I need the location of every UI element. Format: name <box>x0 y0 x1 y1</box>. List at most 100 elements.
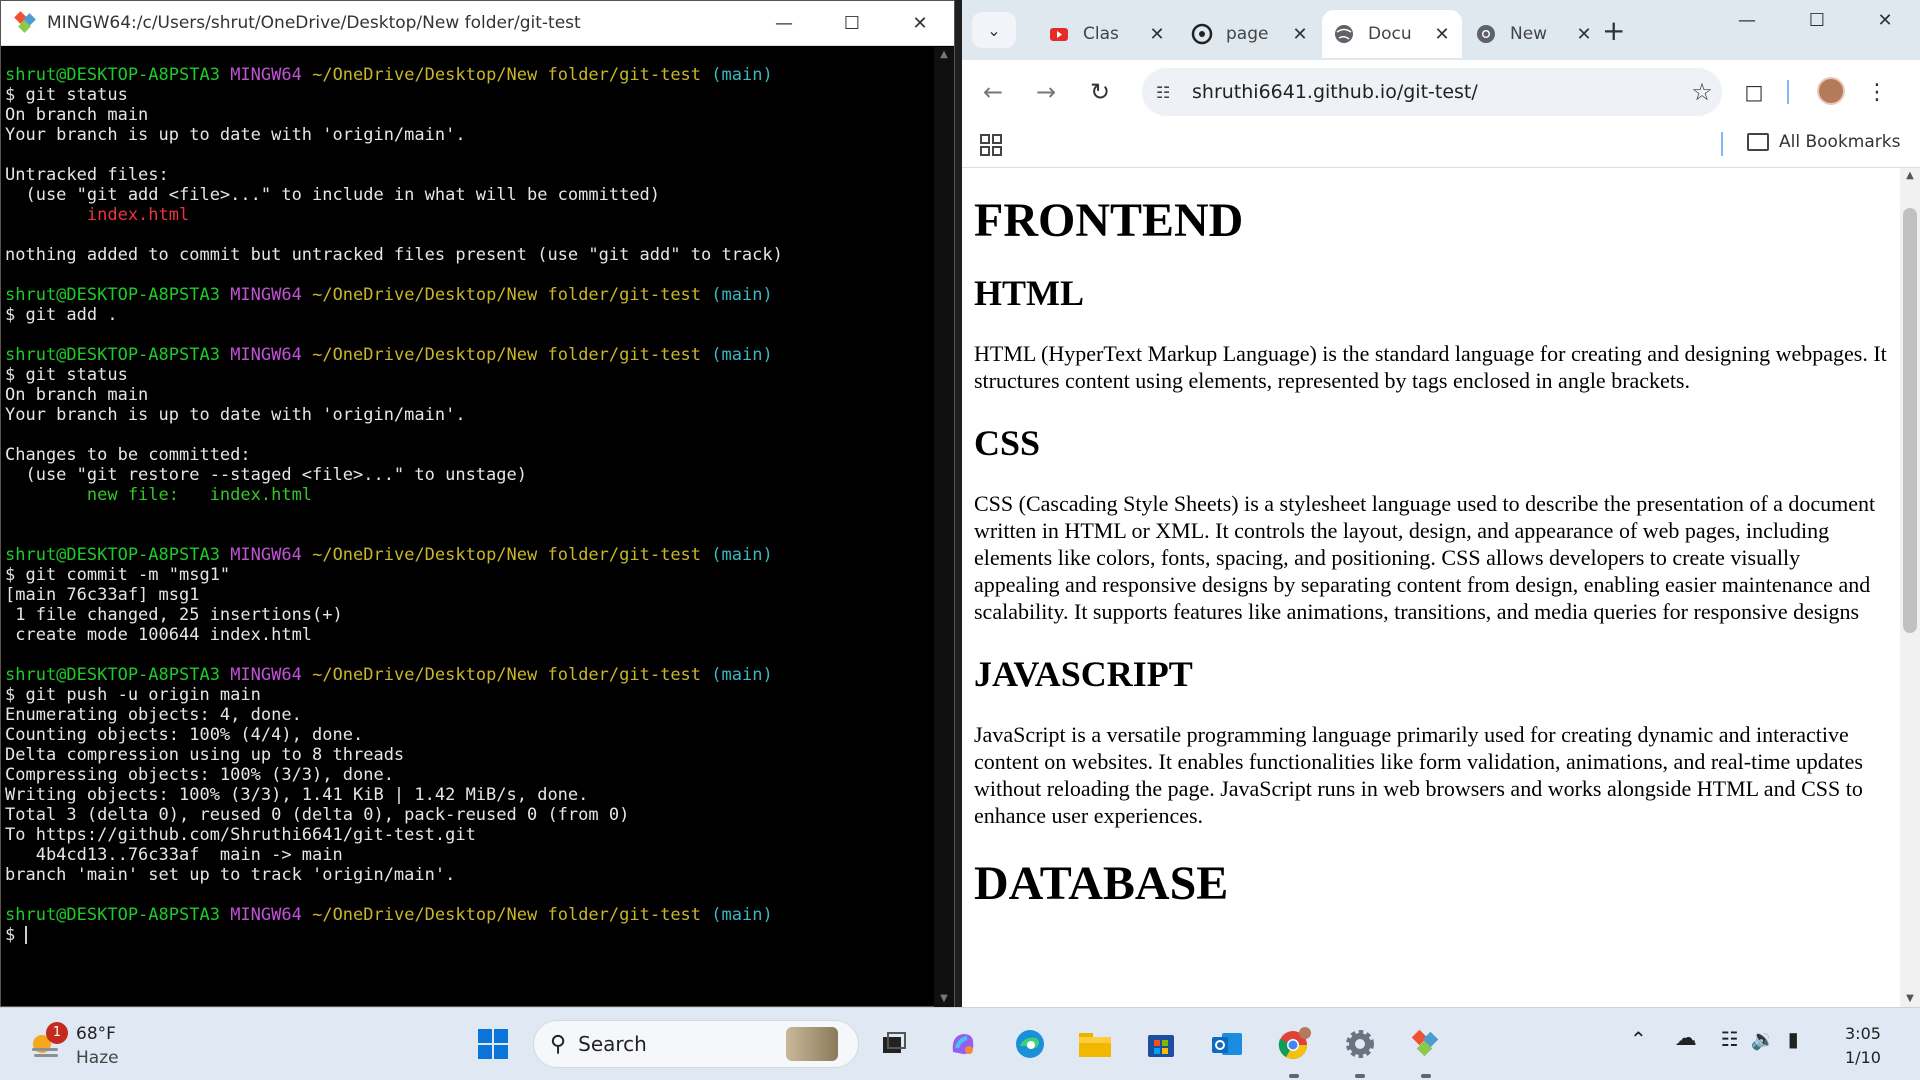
tab-pages[interactable]: page ✕ <box>1180 10 1320 58</box>
terminal-line-text: Compressing objects: 100% (3/3), done. <box>5 765 394 785</box>
terminal-line-text: $ git commit -m "msg1" <box>5 565 231 585</box>
toolbar-divider <box>1787 80 1789 104</box>
bookmark-star-icon[interactable]: ☆ <box>1682 78 1722 106</box>
terminal-line-text: $ git status <box>5 85 128 105</box>
battery-icon[interactable]: ▮ <box>1788 1027 1799 1051</box>
git-bash-icon <box>14 11 36 33</box>
prompt-branch: (main) <box>711 65 773 85</box>
git-bash-button[interactable] <box>1408 1026 1444 1062</box>
site-info-icon[interactable]: ☷ <box>1156 83 1182 102</box>
prompt-user: shrut@DESKTOP-A8PSTA3 <box>5 665 220 685</box>
scroll-down-icon[interactable]: ▼ <box>1900 991 1920 1007</box>
prompt-path: ~/OneDrive/Desktop/New folder/git-test <box>312 905 702 925</box>
terminal-output-line: Delta compression using up to 8 threads <box>5 745 932 765</box>
scroll-up-icon[interactable]: ▲ <box>934 47 954 63</box>
terminal-output[interactable]: shrut@DESKTOP-A8PSTA3 MINGW64 ~/OneDrive… <box>1 47 936 1007</box>
store-button[interactable] <box>1143 1026 1179 1062</box>
url-text[interactable]: shruthi6641.github.io/git-test/ <box>1192 81 1682 103</box>
task-view-button[interactable] <box>876 1026 912 1062</box>
terminal-line-text: On branch main <box>5 385 149 405</box>
close-tab-icon[interactable]: ✕ <box>1147 24 1167 45</box>
search-highlight-image <box>786 1027 838 1061</box>
terminal-line-text: create mode 100644 index.html <box>5 625 313 645</box>
terminal-scrollbar[interactable]: ▲ ▼ <box>934 47 954 1007</box>
menu-icon[interactable]: ⋮ <box>1860 75 1894 109</box>
minimize-button[interactable]: — <box>750 1 818 46</box>
maximize-button[interactable]: ☐ <box>818 1 886 46</box>
prompt-system: MINGW64 <box>230 285 302 305</box>
terminal-line-text: Changes to be committed: <box>5 445 251 465</box>
terminal-output-line: index.html <box>5 205 932 225</box>
edge-button[interactable] <box>1012 1026 1048 1062</box>
new-tab-button[interactable]: + <box>1602 14 1625 47</box>
all-bookmarks-button[interactable]: All Bookmarks <box>1747 132 1900 152</box>
close-tab-icon[interactable]: ✕ <box>1432 24 1452 45</box>
tab-search-button[interactable]: ⌄ <box>972 12 1016 48</box>
terminal-output-line: On branch main <box>5 105 932 125</box>
terminal-title: MINGW64:/c/Users/shrut/OneDrive/Desktop/… <box>47 13 581 33</box>
terminal-prompt-line: shrut@DESKTOP-A8PSTA3 MINGW64 ~/OneDrive… <box>5 345 932 365</box>
weather-widget[interactable]: 1 68°F Haze <box>28 1022 119 1070</box>
terminal-output-line: Changes to be committed: <box>5 445 932 465</box>
close-tab-icon[interactable]: ✕ <box>1290 24 1310 45</box>
taskbar-search[interactable]: ⚲ Search <box>533 1020 859 1068</box>
chevron-up-icon[interactable]: ⌃ <box>1630 1027 1647 1051</box>
close-button[interactable]: ✕ <box>1855 10 1915 31</box>
terminal-line-text: Writing objects: 100% (3/3), 1.41 KiB | … <box>5 785 589 805</box>
edge-icon <box>1016 1030 1044 1058</box>
avatar[interactable] <box>1817 77 1845 105</box>
weather-temp: 68°F <box>76 1024 116 1044</box>
reload-button[interactable]: ↻ <box>1083 75 1117 109</box>
bookmarks-divider <box>1721 132 1723 156</box>
prompt-user: shrut@DESKTOP-A8PSTA3 <box>5 905 220 925</box>
extensions-icon[interactable]: □ <box>1737 75 1771 109</box>
git-bash-window[interactable]: MINGW64:/c/Users/shrut/OneDrive/Desktop/… <box>0 0 955 1007</box>
volume-icon[interactable]: 🔉 <box>1751 1027 1776 1051</box>
section-heading-css: CSS <box>974 423 1041 463</box>
tab-classroom[interactable]: Clas ✕ <box>1037 10 1177 58</box>
prompt-path: ~/OneDrive/Desktop/New folder/git-test <box>312 665 702 685</box>
close-tab-icon[interactable]: ✕ <box>1574 24 1594 45</box>
wifi-icon[interactable]: ☷ <box>1721 1027 1739 1051</box>
start-button[interactable] <box>475 1026 511 1062</box>
tab-new-tab[interactable]: New ✕ <box>1464 10 1604 58</box>
outlook-button[interactable] <box>1209 1026 1245 1062</box>
web-page-content[interactable]: FRONTEND HTML HTML (HyperText Markup Lan… <box>962 168 1900 1007</box>
copilot-icon <box>952 1034 974 1054</box>
chrome-button[interactable] <box>1276 1026 1312 1062</box>
page-scrollbar[interactable]: ▲ ▼ <box>1900 168 1920 1007</box>
clock[interactable]: 3:05 1/10 <box>1845 1022 1881 1070</box>
apps-grid-icon[interactable] <box>980 134 1002 156</box>
scrollbar-thumb[interactable] <box>1903 208 1917 633</box>
scroll-down-icon[interactable]: ▼ <box>934 991 954 1007</box>
close-button[interactable]: ✕ <box>886 1 954 46</box>
terminal-output-line: $ git status <box>5 85 932 105</box>
terminal-output-line: [main 76c33af] msg1 <box>5 585 932 605</box>
terminal-output-line: (use "git add <file>..." to include in w… <box>5 185 932 205</box>
terminal-titlebar[interactable]: MINGW64:/c/Users/shrut/OneDrive/Desktop/… <box>1 1 954 46</box>
terminal-input-line[interactable]: $ <box>5 925 932 945</box>
minimize-button[interactable]: — <box>1717 10 1777 31</box>
maximize-button[interactable]: ☐ <box>1787 10 1847 31</box>
terminal-line-text: Enumerating objects: 4, done. <box>5 705 302 725</box>
terminal-output-line: nothing added to commit but untracked fi… <box>5 245 932 265</box>
scroll-up-icon[interactable]: ▲ <box>1900 168 1920 184</box>
file-explorer-button[interactable] <box>1077 1026 1113 1062</box>
folder-icon <box>1079 1033 1111 1057</box>
copilot-button[interactable] <box>945 1026 981 1062</box>
terminal-output-line: $ git add . <box>5 305 932 325</box>
git-bash-icon <box>1411 1029 1439 1057</box>
forward-button[interactable]: → <box>1029 75 1063 109</box>
back-button[interactable]: ← <box>976 75 1010 109</box>
tab-document[interactable]: Docu ✕ <box>1322 10 1462 58</box>
settings-button[interactable] <box>1342 1026 1378 1062</box>
onedrive-cloud-icon[interactable]: ☁ <box>1675 1026 1697 1051</box>
chrome-window[interactable]: ⌄ Clas ✕ page ✕ Docu ✕ New ✕ + — ☐ ✕ ← →… <box>962 0 1920 1007</box>
terminal-output-line: (use "git restore --staged <file>..." to… <box>5 465 932 485</box>
terminal-line-text: new file: index.html <box>5 485 313 505</box>
address-bar[interactable]: ☷ shruthi6641.github.io/git-test/ ☆ <box>1142 68 1722 116</box>
weather-desc: Haze <box>76 1048 119 1068</box>
